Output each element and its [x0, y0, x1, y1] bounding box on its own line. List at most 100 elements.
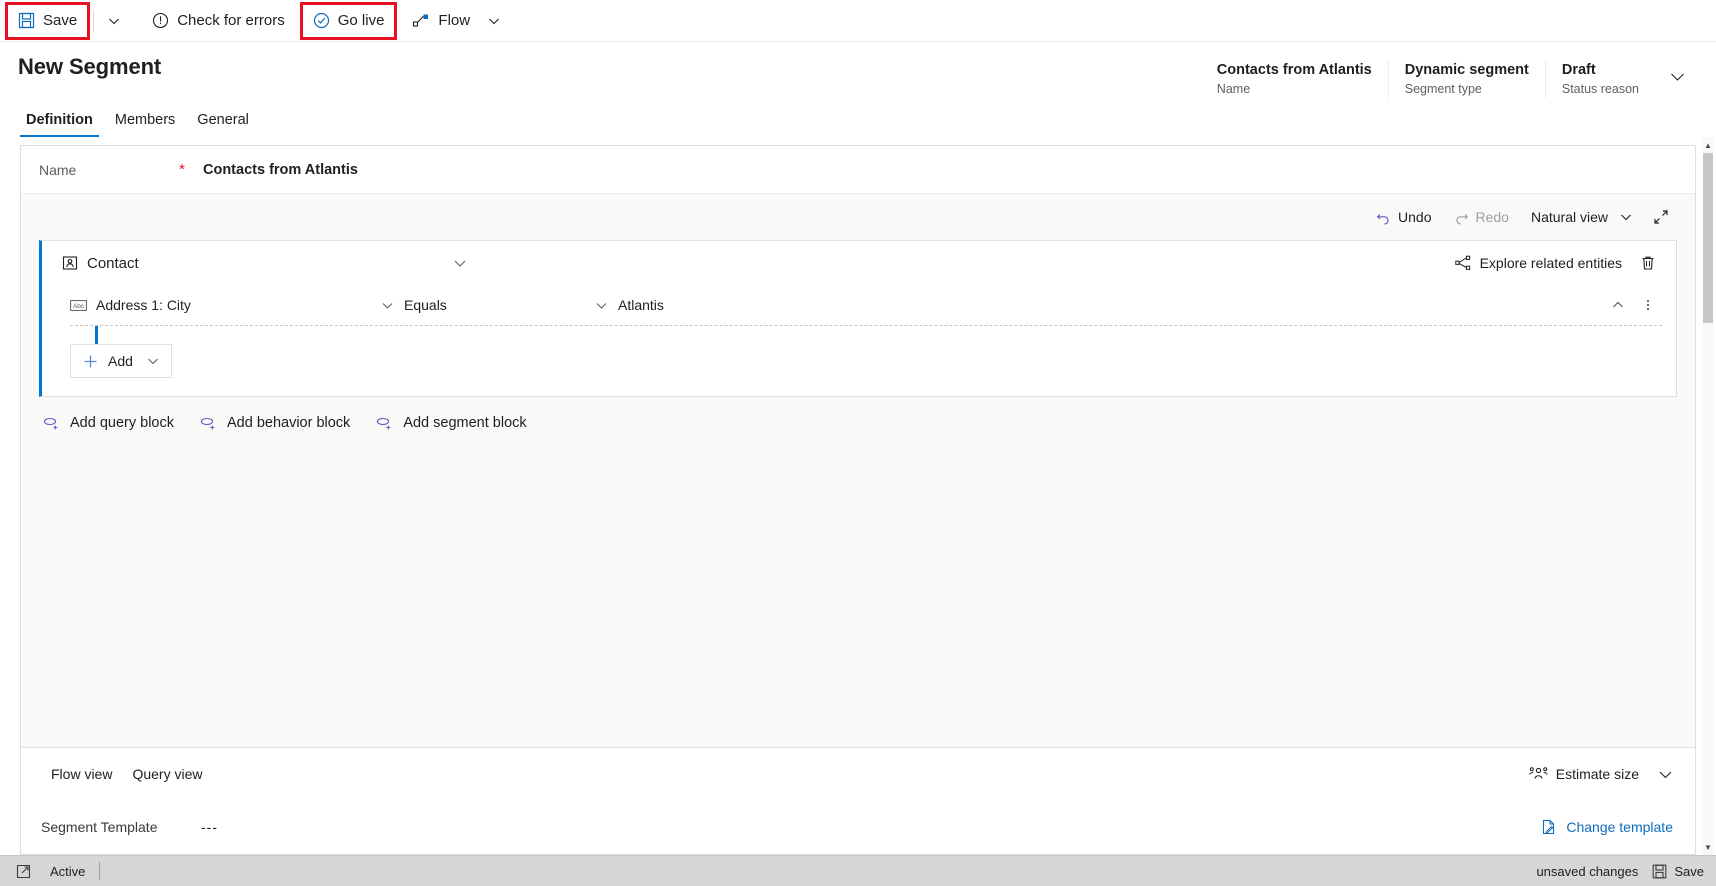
- unsaved-changes-label: unsaved changes: [1536, 863, 1639, 879]
- add-query-block-label: Add query block: [70, 415, 174, 431]
- query-view-button[interactable]: Query view: [122, 762, 212, 786]
- status-bar: Active unsaved changes Save: [0, 855, 1716, 886]
- change-template-label: Change template: [1566, 819, 1673, 835]
- estimate-size-label: Estimate size: [1555, 766, 1639, 782]
- estimate-size-caret[interactable]: [1651, 760, 1679, 788]
- add-behavior-block-label: Add behavior block: [226, 415, 351, 431]
- name-field-value[interactable]: Contacts from Atlantis: [203, 162, 358, 178]
- vertical-scrollbar-thumb[interactable]: [1703, 153, 1713, 323]
- status-bar-left: Active: [10, 860, 101, 882]
- condition-value[interactable]: Atlantis: [618, 297, 664, 313]
- save-options-caret[interactable]: [100, 5, 128, 37]
- popout-icon: [16, 864, 31, 879]
- meta-name: Contacts from Atlantis Name: [1201, 60, 1388, 98]
- segment-template-value: ---: [201, 819, 218, 835]
- header-expand-button[interactable]: [1655, 68, 1698, 85]
- meta-status-reason: Draft Status reason: [1544, 60, 1655, 98]
- add-query-block-button[interactable]: Add query block: [43, 415, 174, 431]
- query-block: Contact Explore related entities Abc Add…: [39, 240, 1677, 397]
- popout-button[interactable]: [10, 860, 36, 882]
- save-button[interactable]: Save: [4, 1, 91, 40]
- change-template-button[interactable]: Change template: [1535, 815, 1679, 839]
- check-for-errors-button[interactable]: Check for errors: [142, 5, 295, 37]
- save-button-inner[interactable]: Save: [8, 5, 87, 37]
- add-condition-area: Add: [42, 344, 1676, 396]
- view-mode-label: Natural view: [1530, 209, 1608, 225]
- flow-view-button[interactable]: Flow view: [41, 762, 122, 786]
- document-edit-icon: [1541, 819, 1557, 835]
- condition-field-selector[interactable]: Abc Address 1: City: [70, 297, 370, 313]
- share-nodes-icon: [1454, 255, 1472, 271]
- definition-card: Name * Contacts from Atlantis Undo Redo …: [20, 145, 1696, 855]
- meta-segment-type-label: Segment type: [1404, 82, 1482, 96]
- condition-collapse-button[interactable]: [1604, 291, 1632, 319]
- save-icon: [1652, 864, 1667, 879]
- add-query-icon: [43, 416, 60, 431]
- query-block-collapse-button[interactable]: [449, 252, 471, 274]
- add-segment-block-label: Add segment block: [403, 415, 527, 431]
- condition-more-button[interactable]: [1634, 291, 1662, 319]
- flow-options-caret[interactable]: [480, 5, 508, 37]
- scroll-up-arrow[interactable]: ▲: [1703, 139, 1713, 151]
- trash-icon: [1640, 255, 1656, 271]
- bottom-view-row: Flow view Query view Estimate size: [21, 748, 1695, 800]
- condition-operator-caret[interactable]: [584, 299, 618, 312]
- estimate-size-button[interactable]: Estimate size: [1523, 762, 1645, 786]
- save-label: Save: [43, 12, 78, 29]
- entity-name: Contact: [87, 254, 139, 272]
- condition-operator-label[interactable]: Equals: [404, 297, 584, 313]
- exclamation-circle-icon: [152, 12, 169, 29]
- tab-strip: Definition Members General: [0, 98, 1716, 137]
- view-mode-button[interactable]: Natural view: [1522, 202, 1641, 232]
- required-marker: *: [179, 161, 185, 178]
- condition-actions: [1604, 291, 1662, 319]
- chevron-down-icon: [108, 15, 120, 27]
- undo-label: Undo: [1398, 209, 1432, 225]
- condition-field-caret[interactable]: [370, 299, 404, 312]
- expand-builder-button[interactable]: [1645, 202, 1677, 232]
- more-vertical-icon: [1641, 298, 1655, 312]
- explore-related-entities-button[interactable]: Explore related entities: [1449, 251, 1628, 275]
- people-icon: [1529, 766, 1548, 782]
- add-condition-button[interactable]: Add: [70, 344, 172, 378]
- segment-builder: Undo Redo Natural view Contact Explore r…: [21, 194, 1695, 747]
- meta-status-reason-value: Draft: [1561, 62, 1596, 78]
- add-behavior-block-button[interactable]: Add behavior block: [200, 415, 350, 431]
- chevron-up-icon: [1611, 298, 1625, 312]
- tab-definition[interactable]: Definition: [18, 108, 101, 137]
- name-field-label: Name: [39, 161, 77, 178]
- redo-button[interactable]: Redo: [1445, 202, 1518, 232]
- chevron-down-icon: [1658, 767, 1673, 782]
- record-state-label: Active: [50, 863, 86, 879]
- meta-name-value: Contacts from Atlantis: [1216, 62, 1372, 78]
- tab-general[interactable]: General: [189, 108, 257, 137]
- name-field-row: Name * Contacts from Atlantis: [21, 146, 1695, 194]
- status-bar-save-button[interactable]: Save: [1652, 864, 1704, 879]
- redo-label: Redo: [1475, 209, 1509, 225]
- flow-button[interactable]: Flow: [402, 5, 480, 37]
- tab-members[interactable]: Members: [107, 108, 183, 137]
- go-live-button[interactable]: Go live: [299, 1, 398, 40]
- scroll-down-arrow[interactable]: ▼: [1703, 841, 1713, 853]
- chevron-down-icon: [147, 355, 159, 367]
- explore-related-entities-label: Explore related entities: [1479, 255, 1622, 271]
- undo-button[interactable]: Undo: [1367, 202, 1440, 232]
- condition-field-label: Address 1: City: [96, 297, 191, 313]
- condition-row: Abc Address 1: City Equals Atlantis: [42, 285, 1676, 325]
- abc-text-icon: Abc: [70, 299, 87, 312]
- add-segment-block-button[interactable]: Add segment block: [376, 415, 527, 431]
- segment-template-label: Segment Template: [41, 819, 158, 835]
- chevron-down-icon: [1620, 211, 1632, 223]
- delete-query-block-button[interactable]: [1634, 249, 1662, 277]
- undo-icon: [1376, 210, 1391, 225]
- expand-diagonal-icon: [1653, 209, 1669, 225]
- save-icon: [18, 12, 35, 29]
- check-for-errors-label: Check for errors: [177, 12, 285, 29]
- query-block-header: Contact Explore related entities: [42, 241, 1676, 285]
- svg-text:Abc: Abc: [73, 303, 85, 310]
- chevron-down-icon: [1669, 68, 1686, 85]
- segment-bottom-panel: Flow view Query view Estimate size Segme…: [21, 747, 1695, 854]
- go-live-button-inner[interactable]: Go live: [303, 5, 395, 37]
- command-bar: Save Check for errors Go live Flow: [0, 0, 1716, 42]
- meta-name-label: Name: [1216, 82, 1251, 96]
